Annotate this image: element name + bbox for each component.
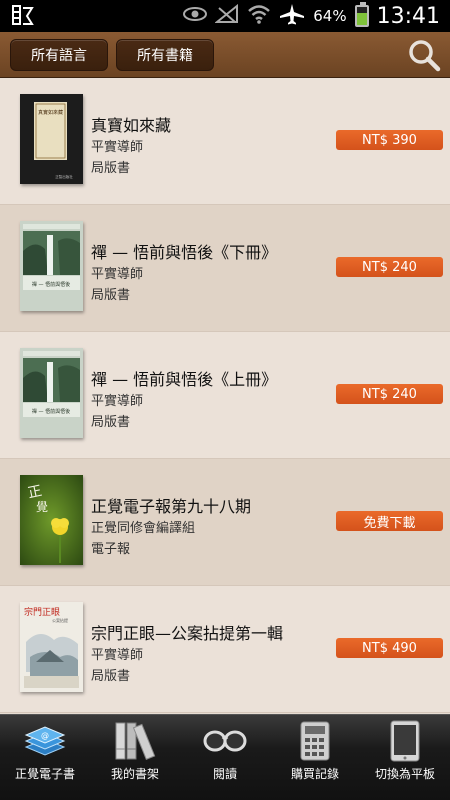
cover-publisher: 正智出版社 [55, 174, 73, 179]
book-cover: 禪 — 悟前與悟後 [20, 221, 83, 311]
svg-text:@: @ [41, 731, 49, 740]
wifi-icon [247, 4, 271, 28]
battery-percent: 64% [313, 7, 347, 25]
nav-bookshelf[interactable]: 我的書架 [90, 715, 180, 800]
book-title: 禪 — 悟前與悟後《上冊》 [91, 370, 278, 389]
book-category: 局版書 [91, 415, 131, 430]
book-author: 平實導師 [91, 140, 144, 155]
battery-fill [356, 13, 367, 25]
nav-switch-tablet[interactable]: 切換為平板 [360, 715, 450, 800]
svg-text:禪 — 悟前與悟後: 禪 — 悟前與悟後 [32, 281, 70, 288]
airplane-mode-icon [279, 3, 305, 29]
book-cover: 真實如來藏 正智出版社 [20, 94, 83, 184]
top-toolbar: 所有語言 所有書籍 [0, 32, 450, 78]
book-row[interactable]: 禪 — 悟前與悟後 禪 — 悟前與悟後《下冊》 平實導師 局版書 NT$ 240 [0, 205, 450, 332]
search-icon [409, 40, 441, 72]
price-button[interactable]: NT$ 240 [336, 257, 443, 277]
language-filter-button[interactable]: 所有語言 [10, 39, 108, 71]
book-filter-button[interactable]: 所有書籍 [116, 39, 214, 71]
book-row[interactable]: 禪 — 悟前與悟後 禪 — 悟前與悟後《上冊》 平實導師 局版書 NT$ 240 [0, 332, 450, 459]
book-category: 電子報 [91, 542, 131, 557]
bookshelf-icon [112, 719, 158, 763]
search-button[interactable] [406, 37, 442, 73]
svg-text:禪 — 悟前與悟後: 禪 — 悟前與悟後 [32, 408, 70, 415]
nav-purchase-history[interactable]: 購買記錄 [270, 715, 360, 800]
nav-ebooks[interactable]: @ 正覺電子書 [0, 715, 90, 800]
cover-title: 宗門正眼 [24, 606, 60, 618]
book-category: 局版書 [91, 161, 131, 176]
bottom-nav: @ 正覺電子書 我的書架 閱讀 購買記錄 切換為平板 [0, 714, 450, 800]
nav-label: 正覺電子書 [14, 767, 75, 781]
nav-label: 我的書架 [110, 767, 159, 781]
book-title: 宗門正眼—公案拈提第一輯 [91, 624, 284, 643]
book-cover: 宗門正眼 公案拈提 [20, 602, 83, 692]
book-title: 正覺電子報第九十八期 [91, 497, 252, 516]
no-signal-icon [214, 3, 239, 28]
book-category: 局版書 [91, 669, 131, 684]
reading-glasses-icon [202, 719, 248, 763]
svg-text:覺: 覺 [36, 500, 48, 514]
clock: 13:41 [376, 3, 440, 29]
battery-icon [354, 2, 369, 27]
book-author: 平實導師 [91, 648, 144, 663]
book-row[interactable]: 宗門正眼 公案拈提 宗門正眼—公案拈提第一輯 平實導師 局版書 NT$ 490 [0, 586, 450, 713]
book-row[interactable]: 真實如來藏 正智出版社 真寶如來藏 平實導師 局版書 NT$ 390 [0, 78, 450, 205]
book-title: 真寶如來藏 [91, 116, 172, 135]
price-button[interactable]: NT$ 490 [336, 638, 443, 658]
book-category: 局版書 [91, 288, 131, 303]
nav-label: 購買記錄 [290, 767, 339, 781]
calculator-icon [292, 719, 338, 763]
book-list: 真實如來藏 正智出版社 真寶如來藏 平實導師 局版書 NT$ 390 禪 — 悟… [0, 78, 450, 714]
book-cover: 正 覺 [20, 475, 83, 565]
nav-label: 閱讀 [212, 767, 237, 781]
book-author: 平實導師 [91, 267, 144, 282]
nav-reading[interactable]: 閱讀 [180, 715, 270, 800]
book-cover: 禪 — 悟前與悟後 [20, 348, 83, 438]
book-row[interactable]: 正 覺 正覺電子報第九十八期 正覺同修會編譯組 電子報 免費下載 [0, 459, 450, 586]
cover-title: 真實如來藏 [38, 109, 63, 116]
tablet-icon [382, 719, 428, 763]
book-title: 禪 — 悟前與悟後《下冊》 [91, 243, 278, 262]
ebook-stack-icon: @ [22, 719, 68, 763]
price-button[interactable]: NT$ 390 [336, 130, 443, 150]
nav-label: 切換為平板 [374, 767, 435, 781]
book-author: 平實導師 [91, 394, 144, 409]
price-button[interactable]: NT$ 240 [336, 384, 443, 404]
notification-icon [12, 4, 34, 32]
status-bar: 64% 13:41 [0, 0, 450, 32]
cover-subtitle: 公案拈提 [52, 617, 68, 623]
book-author: 正覺同修會編譯組 [91, 521, 196, 536]
eye-icon [183, 5, 208, 27]
free-download-button[interactable]: 免費下載 [336, 511, 443, 531]
